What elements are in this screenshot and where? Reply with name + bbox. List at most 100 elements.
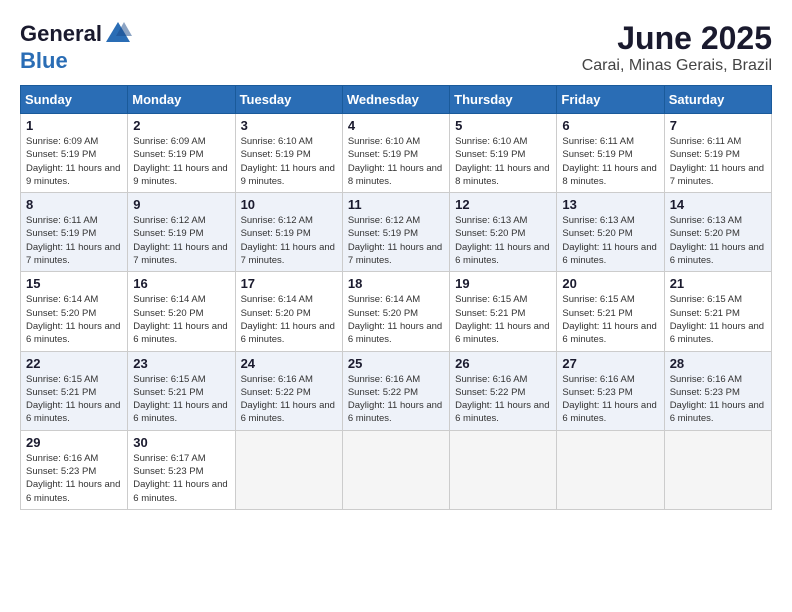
month-year: June 2025 (582, 20, 772, 57)
day-info: Sunrise: 6:13 AMSunset: 5:20 PMDaylight:… (670, 214, 766, 267)
table-row: 7 Sunrise: 6:11 AMSunset: 5:19 PMDaylight… (664, 114, 771, 193)
col-tuesday: Tuesday (235, 86, 342, 114)
day-number: 16 (133, 276, 229, 291)
calendar-table: Sunday Monday Tuesday Wednesday Thursday… (20, 85, 772, 510)
table-row: 24 Sunrise: 6:16 AMSunset: 5:22 PMDayligh… (235, 351, 342, 430)
col-wednesday: Wednesday (342, 86, 449, 114)
day-info: Sunrise: 6:17 AMSunset: 5:23 PMDaylight:… (133, 452, 229, 505)
day-number: 24 (241, 356, 337, 371)
day-number: 29 (26, 435, 122, 450)
day-number: 25 (348, 356, 444, 371)
day-info: Sunrise: 6:09 AMSunset: 5:19 PMDaylight:… (133, 135, 229, 188)
day-info: Sunrise: 6:11 AMSunset: 5:19 PMDaylight:… (670, 135, 766, 188)
day-number: 22 (26, 356, 122, 371)
table-row: 10 Sunrise: 6:12 AMSunset: 5:19 PMDayligh… (235, 193, 342, 272)
logo-icon (104, 20, 132, 48)
table-row: 29 Sunrise: 6:16 AMSunset: 5:23 PMDayligh… (21, 430, 128, 509)
day-info: Sunrise: 6:15 AMSunset: 5:21 PMDaylight:… (670, 293, 766, 346)
day-number: 23 (133, 356, 229, 371)
table-row (342, 430, 449, 509)
table-row: 3Sunrise: 6:10 AMSunset: 5:19 PMDaylight… (235, 114, 342, 193)
day-info: Sunrise: 6:10 AMSunset: 5:19 PMDaylight:… (348, 135, 444, 188)
table-row: 20 Sunrise: 6:15 AMSunset: 5:21 PMDayligh… (557, 272, 664, 351)
table-row: 8 Sunrise: 6:11 AMSunset: 5:19 PMDaylight… (21, 193, 128, 272)
day-info: Sunrise: 6:14 AMSunset: 5:20 PMDaylight:… (348, 293, 444, 346)
table-row: 27Sunrise: 6:16 AMSunset: 5:23 PMDayligh… (557, 351, 664, 430)
logo-general: General (20, 21, 102, 47)
day-number: 15 (26, 276, 122, 291)
day-number: 17 (241, 276, 337, 291)
table-row: 14 Sunrise: 6:13 AMSunset: 5:20 PMDayligh… (664, 193, 771, 272)
day-info: Sunrise: 6:14 AMSunset: 5:20 PMDaylight:… (133, 293, 229, 346)
day-number: 28 (670, 356, 766, 371)
day-number: 4 (348, 118, 444, 133)
day-info: Sunrise: 6:15 AMSunset: 5:21 PMDaylight:… (455, 293, 551, 346)
day-number: 27 (562, 356, 658, 371)
day-number: 21 (670, 276, 766, 291)
col-friday: Friday (557, 86, 664, 114)
day-info: Sunrise: 6:13 AMSunset: 5:20 PMDaylight:… (455, 214, 551, 267)
day-info: Sunrise: 6:16 AMSunset: 5:23 PMDaylight:… (26, 452, 122, 505)
table-row: 9Sunrise: 6:12 AMSunset: 5:19 PMDaylight… (128, 193, 235, 272)
table-row: 23 Sunrise: 6:15 AMSunset: 5:21 PMDayligh… (128, 351, 235, 430)
table-row (664, 430, 771, 509)
calendar-week-row: 15 Sunrise: 6:14 AMSunset: 5:20 PMDayligh… (21, 272, 772, 351)
day-number: 10 (241, 197, 337, 212)
calendar-week-row: 1Sunrise: 6:09 AMSunset: 5:19 PMDaylight… (21, 114, 772, 193)
calendar-week-row: 8 Sunrise: 6:11 AMSunset: 5:19 PMDaylight… (21, 193, 772, 272)
day-number: 30 (133, 435, 229, 450)
table-row: 2 Sunrise: 6:09 AMSunset: 5:19 PMDaylight… (128, 114, 235, 193)
table-row: 4 Sunrise: 6:10 AMSunset: 5:19 PMDaylight… (342, 114, 449, 193)
day-info: Sunrise: 6:16 AMSunset: 5:23 PMDaylight:… (670, 373, 766, 426)
table-row: 6 Sunrise: 6:11 AMSunset: 5:19 PMDaylight… (557, 114, 664, 193)
day-number: 3 (241, 118, 337, 133)
day-info: Sunrise: 6:14 AMSunset: 5:20 PMDaylight:… (241, 293, 337, 346)
day-info: Sunrise: 6:11 AMSunset: 5:19 PMDaylight:… (26, 214, 122, 267)
table-row: 22 Sunrise: 6:15 AMSunset: 5:21 PMDayligh… (21, 351, 128, 430)
day-info: Sunrise: 6:12 AMSunset: 5:19 PMDaylight:… (241, 214, 337, 267)
table-row: 1Sunrise: 6:09 AMSunset: 5:19 PMDaylight… (21, 114, 128, 193)
day-number: 26 (455, 356, 551, 371)
table-row: 25 Sunrise: 6:16 AMSunset: 5:22 PMDayligh… (342, 351, 449, 430)
logo: General Blue (20, 20, 132, 74)
day-info: Sunrise: 6:15 AMSunset: 5:21 PMDaylight:… (26, 373, 122, 426)
col-monday: Monday (128, 86, 235, 114)
day-number: 8 (26, 197, 122, 212)
day-number: 5 (455, 118, 551, 133)
table-row: 15Sunrise: 6:14 AMSunset: 5:20 PMDayligh… (21, 272, 128, 351)
day-number: 18 (348, 276, 444, 291)
table-row: 16 Sunrise: 6:14 AMSunset: 5:20 PMDayligh… (128, 272, 235, 351)
table-row: 18 Sunrise: 6:14 AMSunset: 5:20 PMDayligh… (342, 272, 449, 351)
col-sunday: Sunday (21, 86, 128, 114)
day-info: Sunrise: 6:16 AMSunset: 5:22 PMDaylight:… (348, 373, 444, 426)
day-info: Sunrise: 6:16 AMSunset: 5:22 PMDaylight:… (241, 373, 337, 426)
day-info: Sunrise: 6:15 AMSunset: 5:21 PMDaylight:… (562, 293, 658, 346)
calendar-header-row: Sunday Monday Tuesday Wednesday Thursday… (21, 86, 772, 114)
day-info: Sunrise: 6:15 AMSunset: 5:21 PMDaylight:… (133, 373, 229, 426)
table-row: 26 Sunrise: 6:16 AMSunset: 5:22 PMDayligh… (450, 351, 557, 430)
day-info: Sunrise: 6:12 AMSunset: 5:19 PMDaylight:… (348, 214, 444, 267)
header: General Blue June 2025 Carai, Minas Gera… (20, 20, 772, 75)
table-row: 19Sunrise: 6:15 AMSunset: 5:21 PMDayligh… (450, 272, 557, 351)
table-row: 11Sunrise: 6:12 AMSunset: 5:19 PMDayligh… (342, 193, 449, 272)
day-number: 14 (670, 197, 766, 212)
day-number: 7 (670, 118, 766, 133)
day-number: 2 (133, 118, 229, 133)
table-row: 13Sunrise: 6:13 AMSunset: 5:20 PMDayligh… (557, 193, 664, 272)
table-row: 28 Sunrise: 6:16 AMSunset: 5:23 PMDayligh… (664, 351, 771, 430)
col-thursday: Thursday (450, 86, 557, 114)
day-number: 20 (562, 276, 658, 291)
table-row: 5Sunrise: 6:10 AMSunset: 5:19 PMDaylight… (450, 114, 557, 193)
table-row (557, 430, 664, 509)
day-info: Sunrise: 6:11 AMSunset: 5:19 PMDaylight:… (562, 135, 658, 188)
day-number: 13 (562, 197, 658, 212)
day-info: Sunrise: 6:16 AMSunset: 5:22 PMDaylight:… (455, 373, 551, 426)
table-row: 30 Sunrise: 6:17 AMSunset: 5:23 PMDayligh… (128, 430, 235, 509)
table-row: 17 Sunrise: 6:14 AMSunset: 5:20 PMDayligh… (235, 272, 342, 351)
location: Carai, Minas Gerais, Brazil (582, 57, 772, 75)
table-row: 12Sunrise: 6:13 AMSunset: 5:20 PMDayligh… (450, 193, 557, 272)
table-row (235, 430, 342, 509)
title-section: June 2025 Carai, Minas Gerais, Brazil (582, 20, 772, 75)
day-number: 6 (562, 118, 658, 133)
day-number: 9 (133, 197, 229, 212)
